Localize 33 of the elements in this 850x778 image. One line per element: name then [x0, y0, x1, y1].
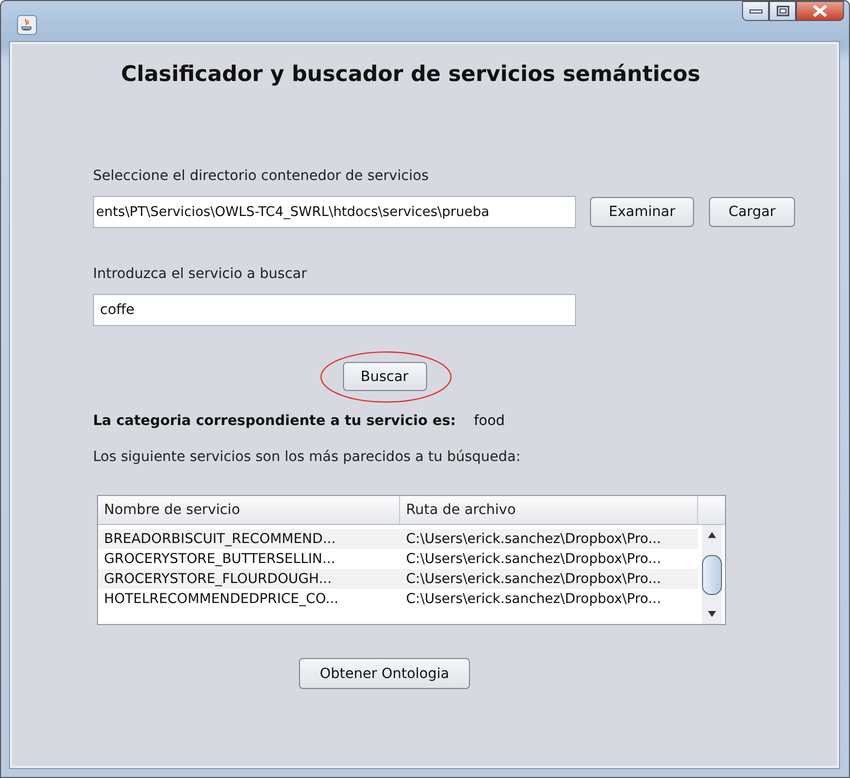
load-button[interactable]: Cargar: [709, 197, 795, 227]
search-field[interactable]: coffe: [93, 294, 576, 326]
scroll-down-icon[interactable]: [707, 610, 717, 618]
category-label: La categoria correspondiente a tu servicio es:: [93, 413, 456, 429]
scroll-up-icon[interactable]: [707, 531, 717, 539]
get-ontology-button[interactable]: Obtener Ontologia: [299, 658, 470, 689]
table-cell-text: GROCERYSTORE_BUTTERSELLIN...: [103, 550, 336, 569]
table-cell-text: C:\Users\erick.sanchez\Dropbox\Pro...: [405, 530, 662, 549]
scroll-thumb[interactable]: [702, 554, 722, 594]
maximize-icon: [776, 5, 790, 17]
column-header[interactable]: Ruta de archivo: [400, 496, 698, 524]
directory-label: Seleccione el directorio contenedor de servicios: [93, 168, 430, 184]
window-title: Clasificador y buscador de servicios semánticos: [121, 62, 702, 87]
table-cell-text: C:\Users\erick.sanchez\Dropbox\Pro...: [405, 570, 662, 589]
table-cell-text: C:\Users\erick.sanchez\Dropbox\Pro...: [405, 550, 662, 569]
column-header[interactable]: Nombre de servicio: [98, 496, 400, 524]
minimize-icon: [748, 7, 762, 15]
close-button[interactable]: [796, 1, 844, 21]
browse-button[interactable]: Examinar: [590, 197, 694, 227]
maximize-button[interactable]: [769, 1, 796, 21]
search-button[interactable]: Buscar: [342, 362, 426, 391]
directory-field[interactable]: ents\PT\Servicios\OWLS-TC4_SWRL\htdocs\services\prueba: [93, 196, 576, 228]
table-cell-text: BREADORBISCUIT_RECOMMEND...: [103, 530, 337, 549]
category-value: food: [474, 413, 505, 429]
table-cell-text: C:\Users\erick.sanchez\Dropbox\Pro...: [405, 590, 662, 609]
results-label: Los siguiente servicios son los más parecidos a tu búsqueda:: [93, 449, 522, 465]
search-label: Introduzca el servicio a buscar: [93, 266, 308, 282]
coffee-cup-icon: [17, 15, 37, 35]
minimize-button[interactable]: [742, 1, 769, 21]
table-cell-text: HOTELRECOMMENDEDPRICE_CO...: [103, 590, 340, 609]
scrollbar[interactable]: [702, 525, 722, 624]
table-cell-text: GROCERYSTORE_FLOURDOUGH...: [103, 570, 333, 589]
close-icon: [811, 4, 829, 18]
